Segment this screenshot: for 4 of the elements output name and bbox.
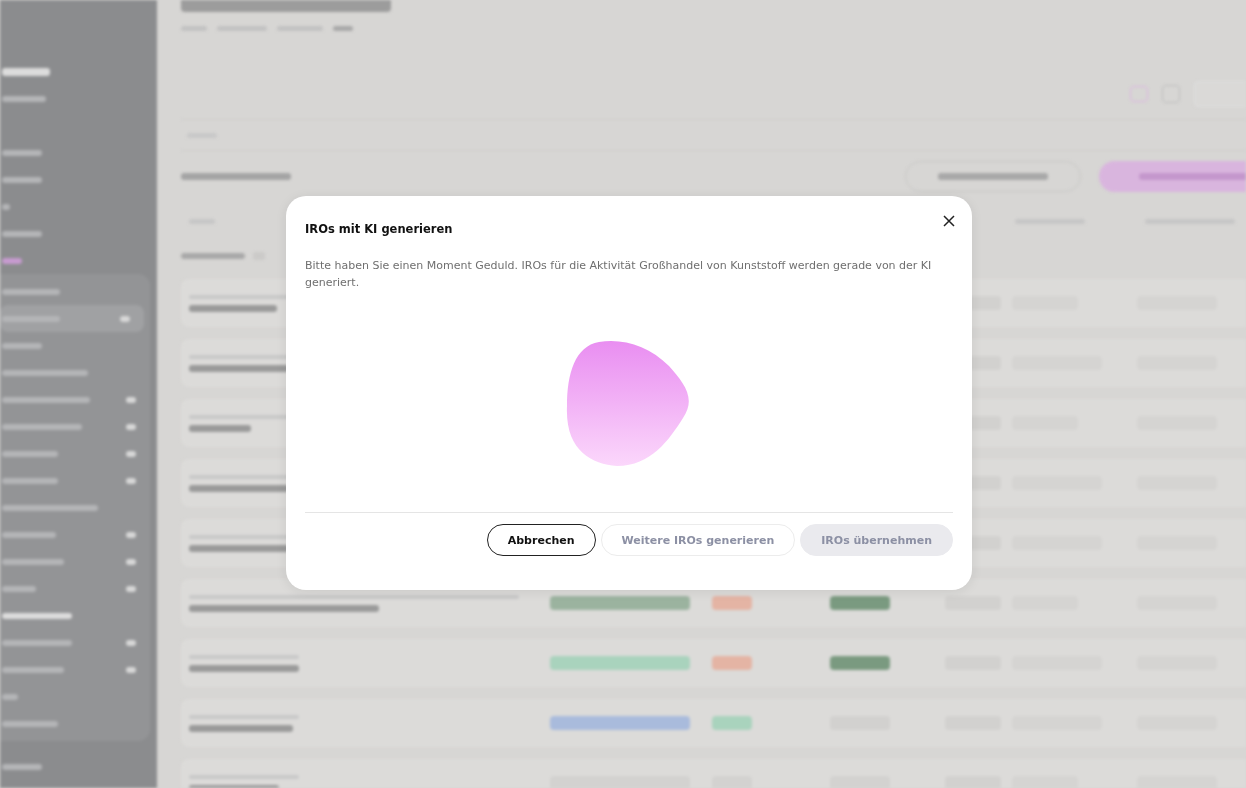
close-icon[interactable] bbox=[943, 215, 955, 227]
cancel-button[interactable]: Abbrechen bbox=[486, 524, 596, 556]
dialog-message: Bitte haben Sie einen Moment Geduld. IROs für die Aktivität Großhandel von Kunststoff werden gerade von der KI generiert. bbox=[305, 258, 933, 291]
dialog-title: IROs mit KI generieren bbox=[305, 222, 453, 236]
